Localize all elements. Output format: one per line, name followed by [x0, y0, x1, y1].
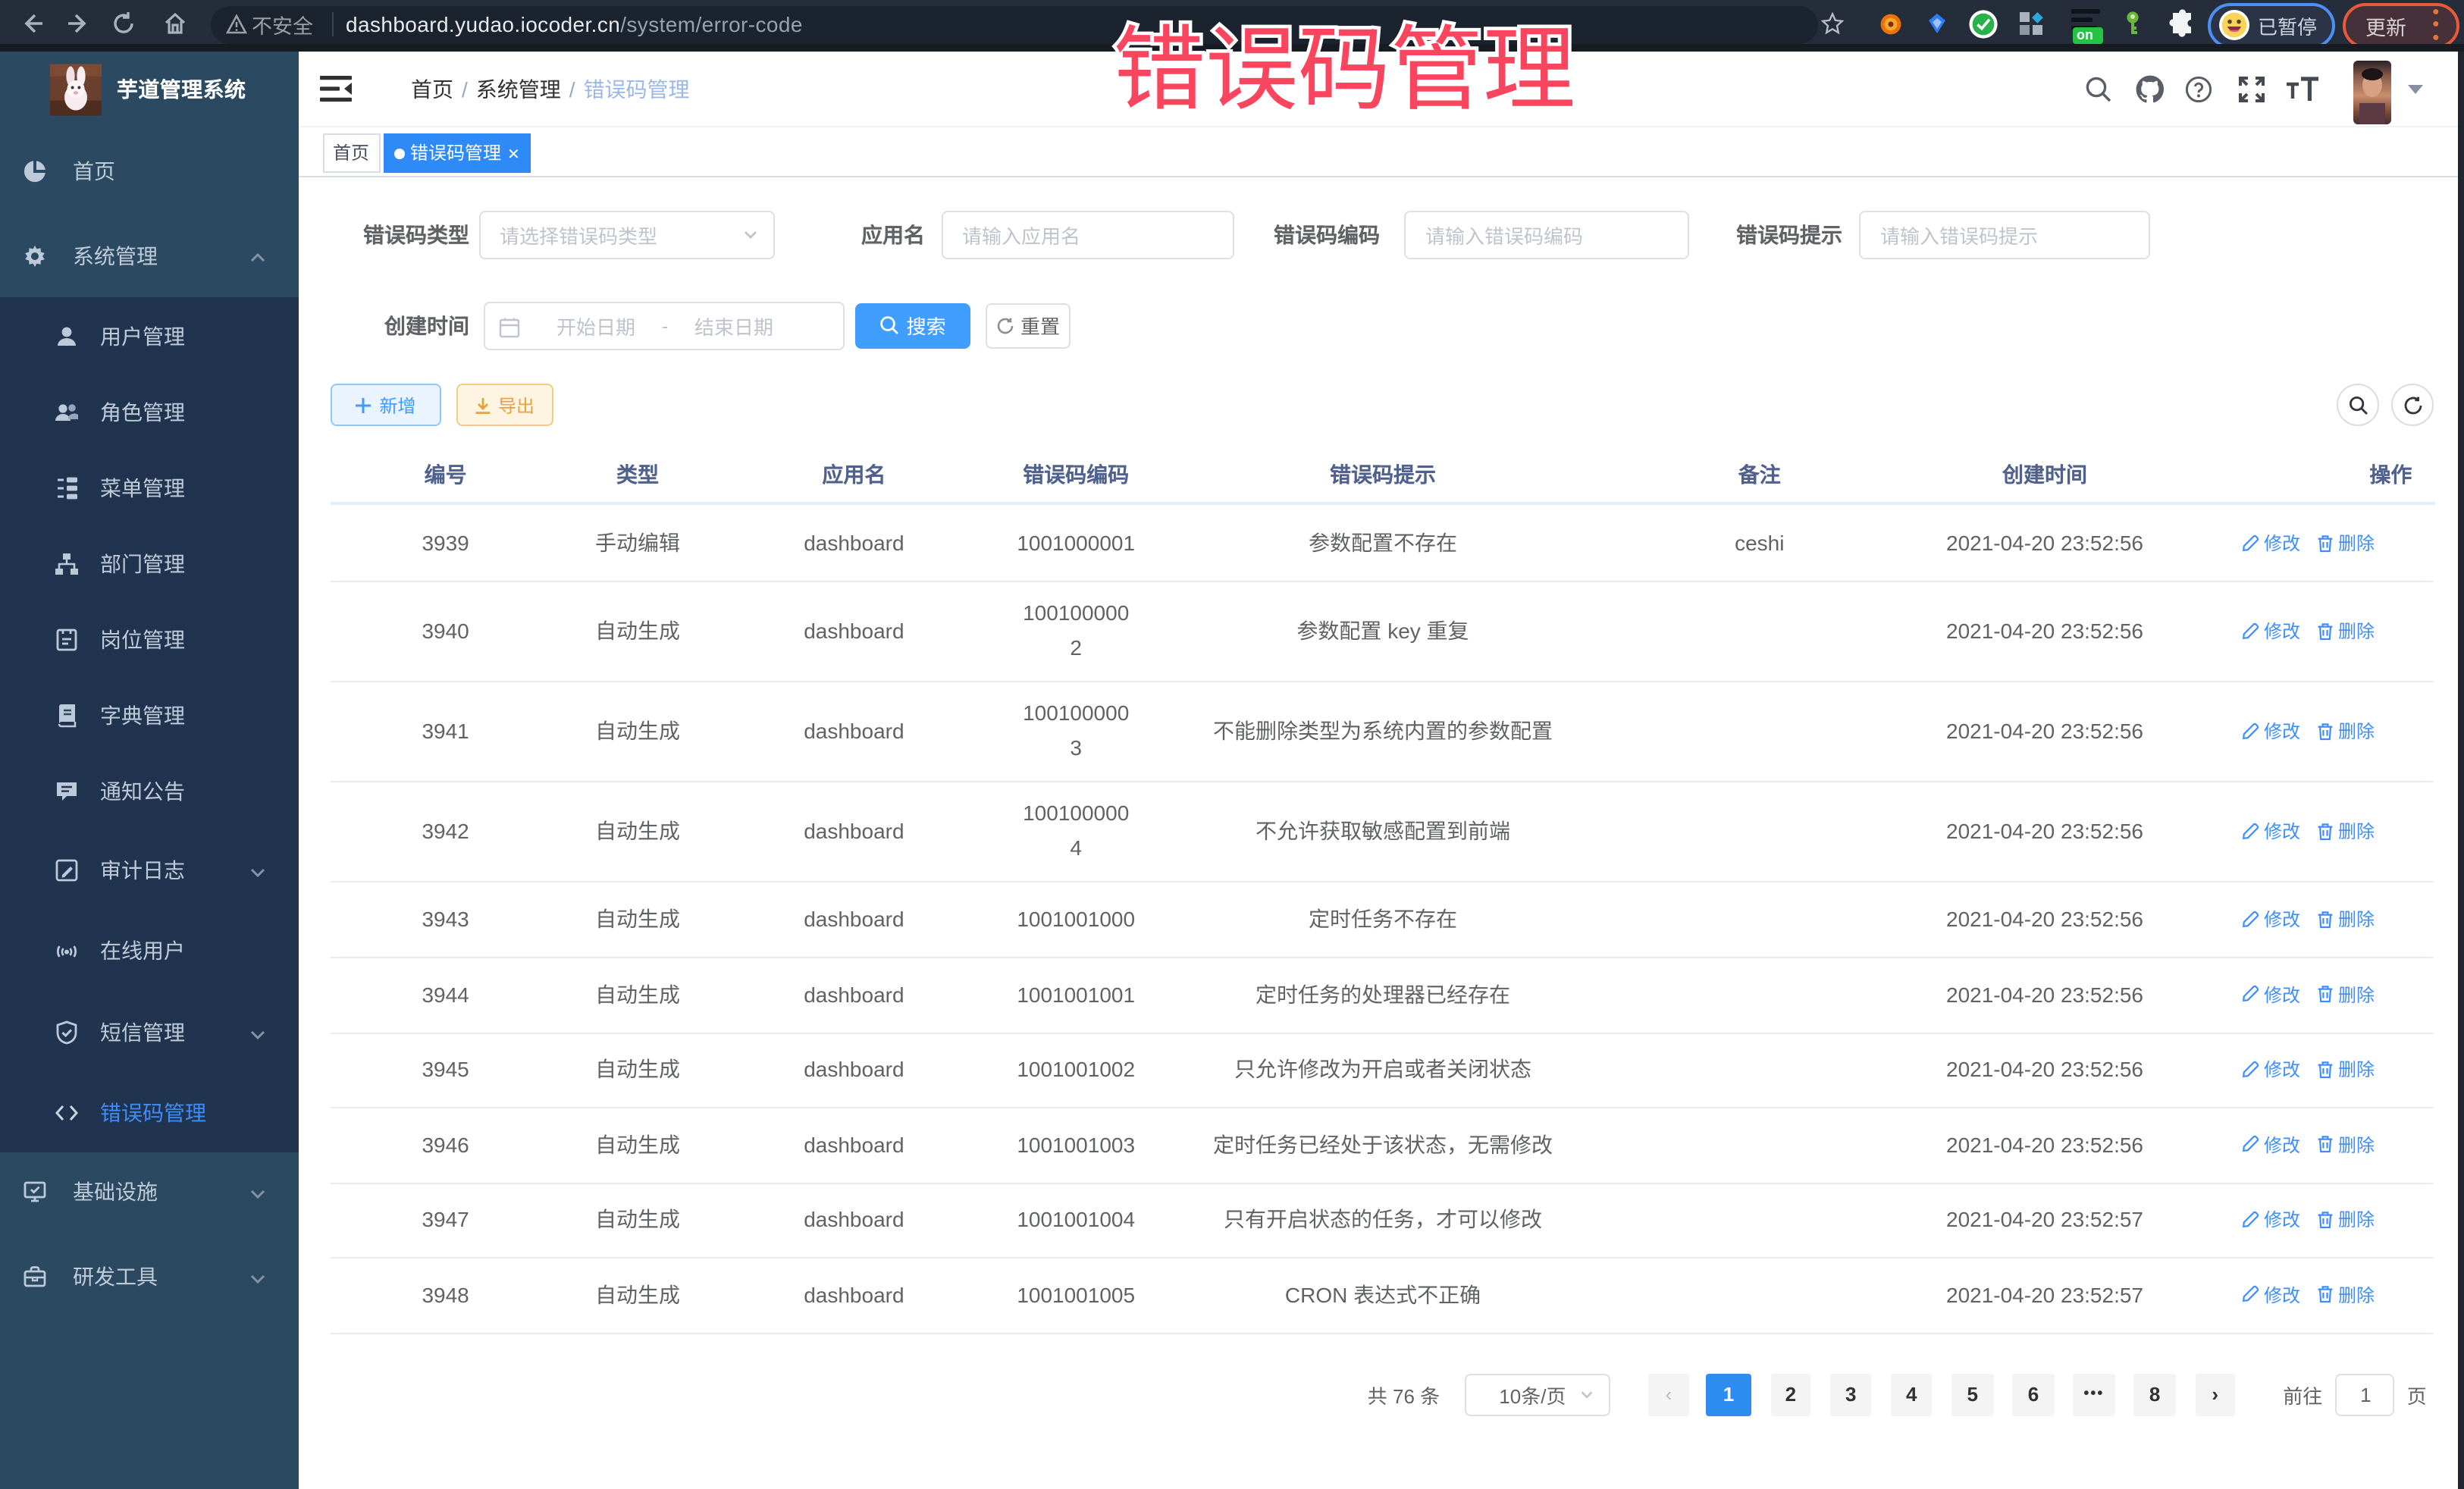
svg-text:错误码管理: 错误码管理 — [1113, 6, 1575, 124]
